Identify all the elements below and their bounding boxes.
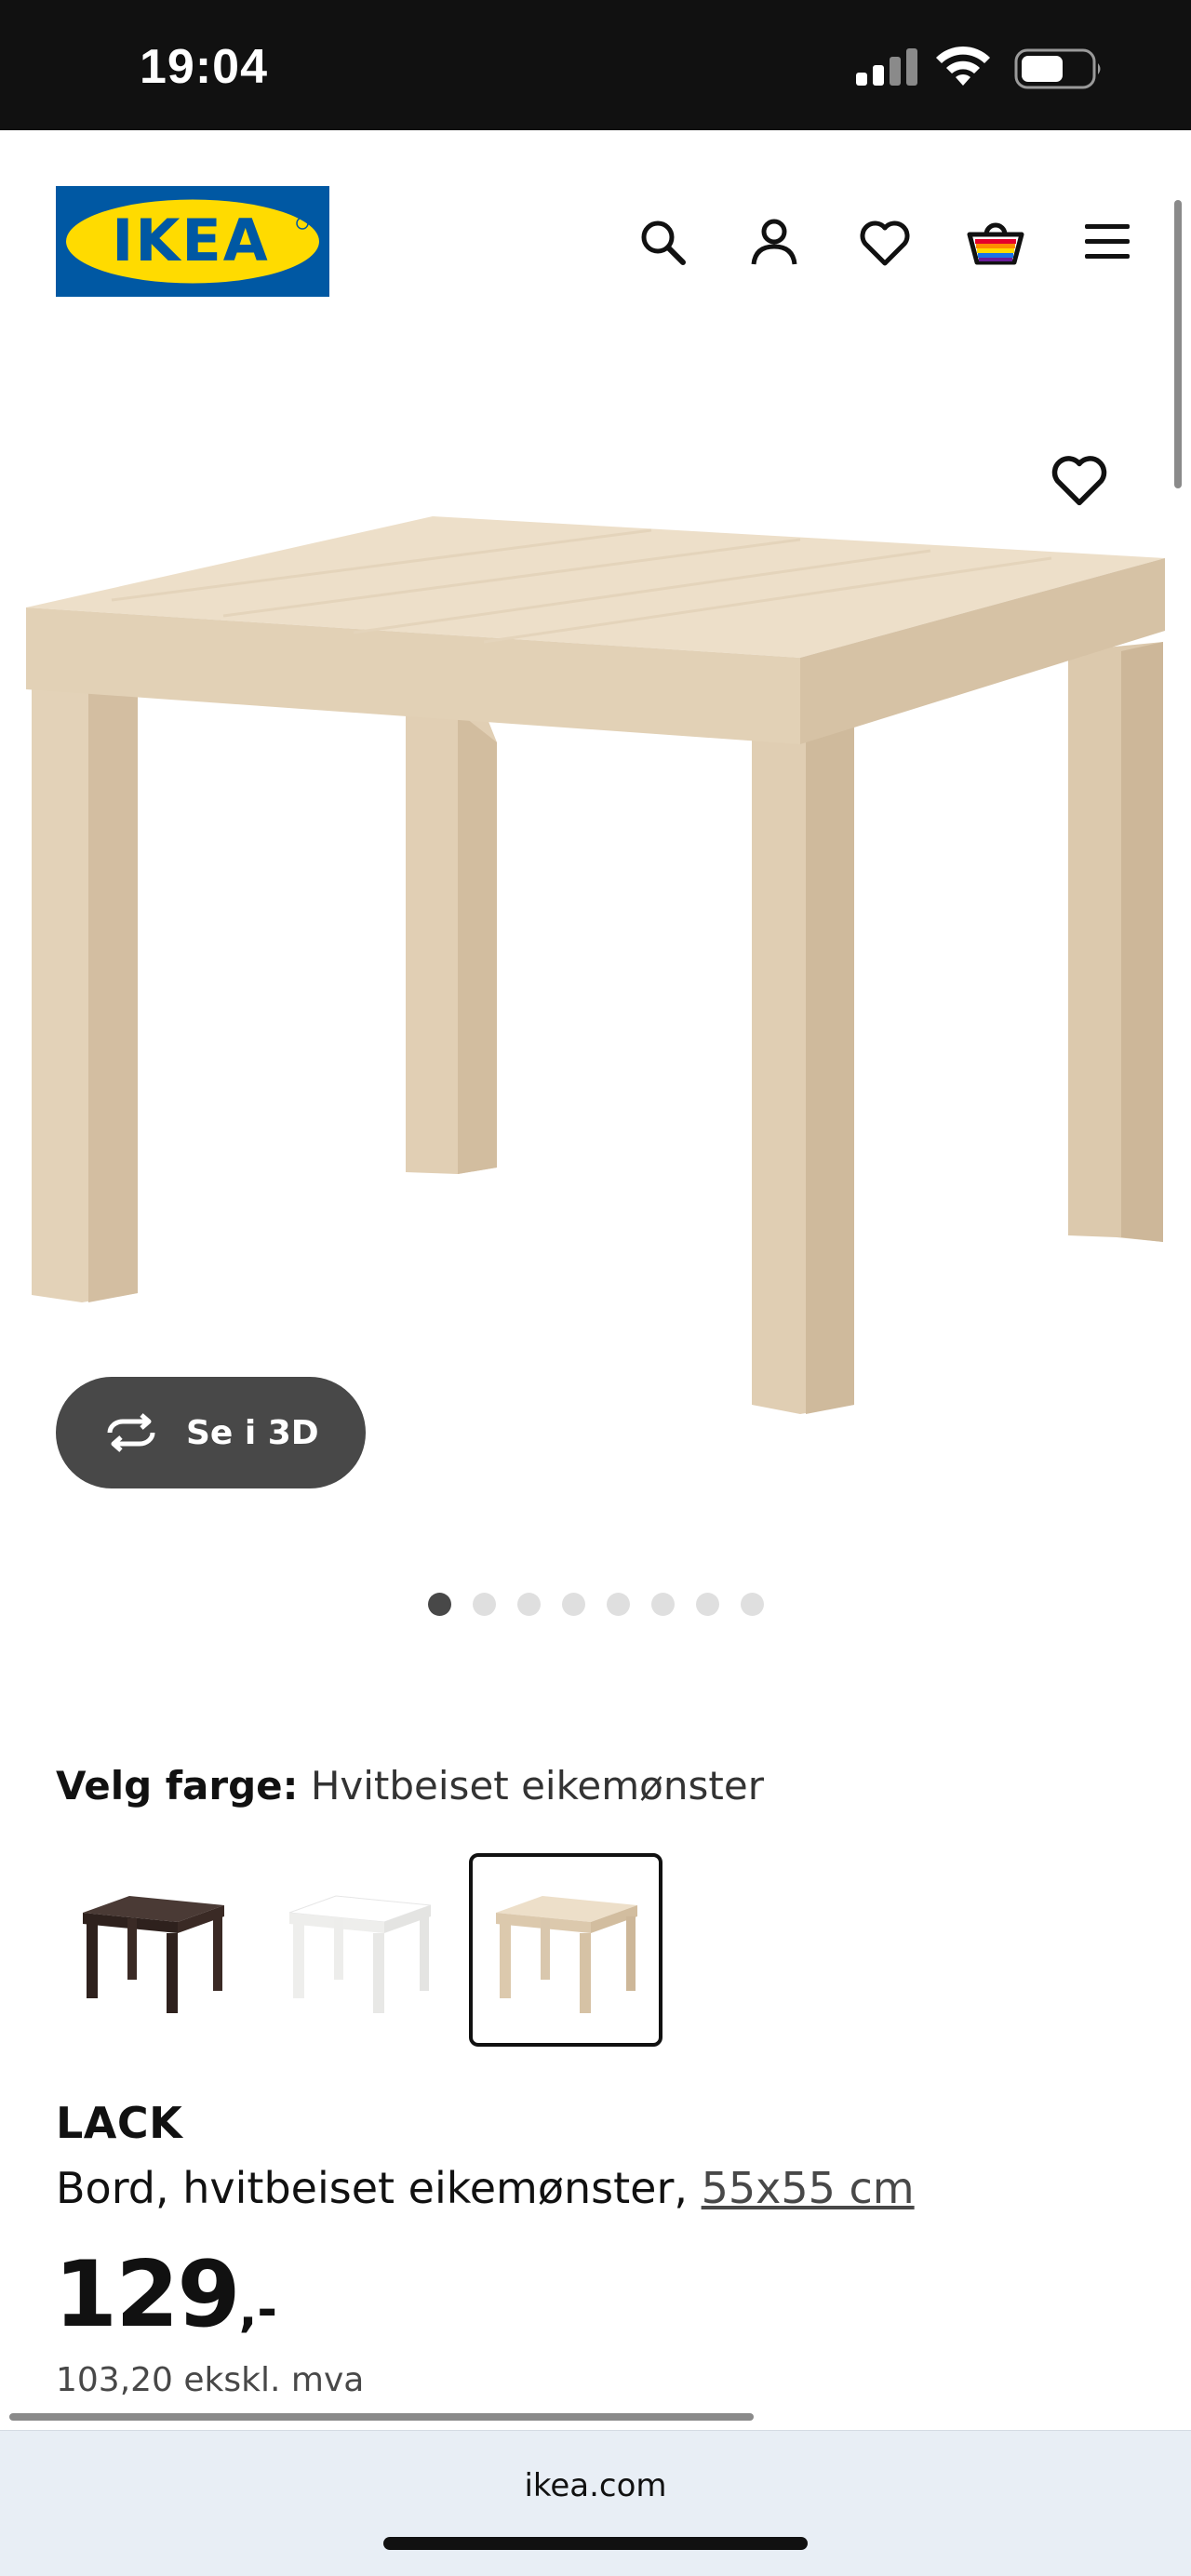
product-description-text: Bord, hvitbeiset eikemønster,	[56, 2163, 688, 2213]
product-price: 129,-	[54, 2242, 277, 2348]
product-size-link[interactable]: 55x55 cm	[702, 2163, 915, 2213]
logo-text: IKEA	[112, 207, 269, 274]
battery-icon	[1014, 48, 1101, 89]
gallery-dot[interactable]	[607, 1593, 630, 1616]
color-swatch-white[interactable]	[262, 1853, 456, 2047]
price-excluding-vat: 103,20 ekskl. mva	[56, 2361, 365, 2399]
gallery-dot[interactable]	[562, 1593, 585, 1616]
gallery-dot[interactable]	[428, 1593, 451, 1616]
gallery-dot[interactable]	[741, 1593, 764, 1616]
product-image[interactable]	[0, 372, 1191, 1488]
search-icon[interactable]	[633, 212, 692, 272]
price-suffix: ,-	[238, 2282, 277, 2338]
wifi-icon	[936, 46, 990, 86]
signal-icon	[856, 48, 917, 86]
favourites-icon[interactable]	[855, 212, 915, 272]
color-swatch-black-brown[interactable]	[56, 1853, 249, 2047]
product-description: Bord, hvitbeiset eikemønster, 55x55 cm	[56, 2163, 915, 2213]
color-swatch-white-stained-oak[interactable]	[469, 1853, 662, 2047]
cart-icon[interactable]	[966, 212, 1025, 272]
view-in-3d-label: Se i 3D	[186, 1413, 319, 1452]
gallery-dot[interactable]	[517, 1593, 541, 1616]
view-in-3d-button[interactable]: Se i 3D	[56, 1377, 366, 1488]
gallery-dot[interactable]	[473, 1593, 496, 1616]
rotate-3d-icon	[107, 1413, 155, 1452]
ikea-logo[interactable]: IKEA	[56, 186, 329, 297]
horizontal-scrollbar[interactable]	[9, 2413, 754, 2421]
price-value: 129	[54, 2242, 241, 2348]
status-time: 19:04	[140, 40, 268, 94]
menu-icon[interactable]	[1077, 212, 1137, 272]
status-bar: 19:04	[0, 0, 1191, 130]
add-to-favourites-icon[interactable]	[1050, 451, 1109, 511]
gallery-dot[interactable]	[651, 1593, 675, 1616]
address-bar-url[interactable]: ikea.com	[0, 2467, 1191, 2504]
product-name: LACK	[56, 2098, 183, 2148]
gallery-pagination	[428, 1593, 764, 1616]
selected-color-value: Hvitbeiset eikemønster	[310, 1763, 764, 1809]
color-swatches	[56, 1853, 662, 2047]
account-icon[interactable]	[744, 212, 804, 272]
gallery-dot[interactable]	[696, 1593, 719, 1616]
color-picker-title: Velg farge:	[56, 1763, 299, 1809]
home-indicator[interactable]	[383, 2537, 808, 2550]
color-picker-label: Velg farge: Hvitbeiset eikemønster	[56, 1763, 764, 1809]
